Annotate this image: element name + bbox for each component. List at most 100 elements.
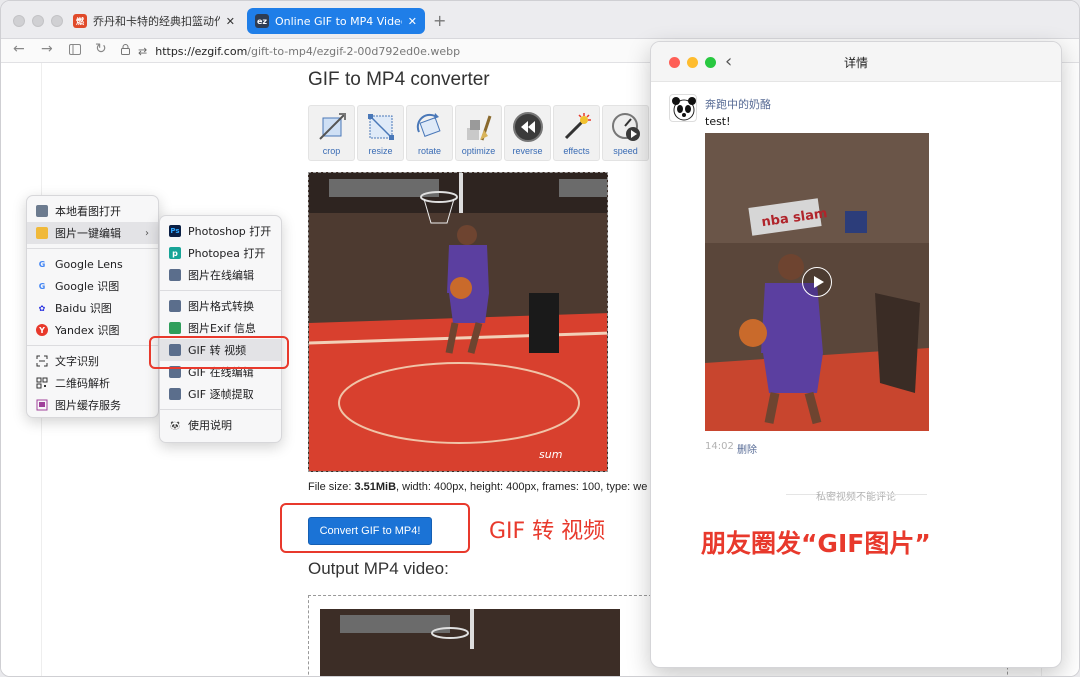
lock-icon [121,44,130,58]
menu-item-label: Baidu 识图 [55,302,112,315]
page-title: GIF to MP4 converter [308,69,490,90]
tab-title: 乔丹和卡特的经典扣篮动作，哪个更 [93,15,220,28]
image-edit-icon [169,269,181,281]
annotation-highlight-box [149,336,289,369]
tool-crop[interactable]: crop [308,105,355,161]
tool-label: crop [322,146,341,156]
menu-item-qrcode[interactable]: 二维码解析 [27,372,158,394]
forward-icon[interactable]: → [41,41,53,57]
qrcode-icon [36,377,48,389]
post-text: test! [705,115,731,128]
file-info-prefix: File size: [308,481,355,493]
window-zoom-button[interactable] [51,15,63,27]
tool-label: rotate [417,146,441,156]
menu-item-label: 图片格式转换 [188,300,254,313]
menu-item-label: 本地看图打开 [55,205,121,218]
menu-item-yandex-search[interactable]: Y Yandex 识图 [27,319,158,341]
menu-item-local-viewer[interactable]: 本地看图打开 [27,200,158,222]
sidebar-icon[interactable] [69,43,81,59]
help-icon: 🐼 [170,420,180,430]
submenu-item-help[interactable]: 🐼 使用说明 [160,414,281,436]
site-favicon-icon: 燃 [73,14,87,28]
tab-bar: 燃 乔丹和卡特的经典扣篮动作，哪个更 ✕ ez Online GIF to MP… [1,1,1079,39]
tool-effects[interactable]: effects [553,105,600,161]
submenu-item-photopea[interactable]: p Photopea 打开 [160,242,281,264]
window-minimize-button[interactable] [32,15,44,27]
tool-speed[interactable]: speed [602,105,649,161]
baidu-icon: ✿ [38,303,46,313]
submenu-item-photoshop[interactable]: Ps Photoshop 打开 [160,220,281,242]
wechat-detail-window: ‹ 详情 奔跑中的奶酪 test! nba slam 14:02 删除 私密视频… [650,41,1062,668]
google-icon: G [38,259,46,269]
avatar[interactable] [669,94,697,122]
post-author[interactable]: 奔跑中的奶酪 [705,96,771,112]
url-path: /gift-to-mp4/ezgif-2-00d792ed0e.webp [247,44,461,58]
no-comment-notice: 私密视频不能评论 [816,492,896,503]
back-icon[interactable]: ← [13,41,25,57]
image-convert-icon [169,300,181,312]
gif-preview[interactable]: sum [308,172,608,472]
menu-separator [160,290,281,291]
output-title: Output MP4 video: [308,559,449,578]
menu-item-label: 图片缓存服务 [55,399,121,412]
photopea-icon: p [169,247,181,259]
site-settings-icon[interactable]: ⇄ [138,45,147,58]
submenu-item-gif-frames[interactable]: GIF 逐帧提取 [160,383,281,405]
tool-optimize[interactable]: optimize [455,105,502,161]
crop-icon [316,111,348,143]
menu-item-label: 二维码解析 [55,377,110,390]
reload-icon[interactable]: ↻ [95,41,107,57]
tool-label: speed [613,146,638,156]
menu-item-label: Yandex 识图 [55,324,120,337]
output-video[interactable] [320,609,620,676]
speed-icon [610,111,642,143]
menu-item-cache[interactable]: 图片缓存服务 [27,394,158,416]
tool-label: effects [563,146,590,156]
submenu-item-online-edit[interactable]: 图片在线编辑 [160,264,281,286]
chevron-right-icon: › [145,227,149,239]
gif-frames-icon [169,388,181,400]
window-close-button[interactable] [13,15,25,27]
tool-label: reverse [512,146,543,156]
menu-item-label: Photoshop 打开 [188,225,272,238]
tab-close-icon[interactable]: ✕ [226,15,235,28]
delete-link[interactable]: 删除 [737,441,757,456]
menu-separator [27,248,158,249]
menu-item-label: GIF 逐帧提取 [188,388,254,401]
tool-reverse[interactable]: reverse [504,105,551,161]
menu-item-google-search[interactable]: G Google 识图 [27,275,158,297]
menu-item-label: Photopea 打开 [188,247,266,260]
menu-item-google-lens[interactable]: G Google Lens [27,253,158,275]
image-viewer-icon [36,205,48,217]
annotation-moments-gif: 朋友圈发“GIF图片” [701,529,931,558]
tab-close-icon[interactable]: ✕ [408,15,417,28]
tool-rotate[interactable]: rotate [406,105,453,161]
menu-separator [27,345,158,346]
edit-submenu: Ps Photoshop 打开 p Photopea 打开 图片在线编辑 图片格… [159,215,282,443]
basketball-dunk-image: sum [309,173,607,471]
menu-item-label: 文字识别 [55,355,99,368]
tab-video-article[interactable]: 燃 乔丹和卡特的经典扣篮动作，哪个更 ✕ [65,8,243,34]
cache-icon [36,399,48,411]
post-time: 14:02 [705,441,734,452]
output-video-frame [320,609,620,676]
play-icon[interactable] [802,267,832,297]
effects-icon [561,111,593,143]
divider [877,494,927,495]
submenu-item-format-convert[interactable]: 图片格式转换 [160,295,281,317]
menu-item-ocr[interactable]: 文字识别 [27,350,158,372]
menu-separator [160,409,281,410]
google-icon: G [38,281,46,291]
tool-label: optimize [461,146,496,156]
tab-ezgif[interactable]: ez Online GIF to MP4 Video converter ✕ [247,8,425,34]
menu-item-baidu-search[interactable]: ✿ Baidu 识图 [27,297,158,319]
file-info-suffix: , width: 400px, height: 400px, frames: 1… [396,481,648,493]
url-host: https://ezgif.com [155,44,248,58]
menu-item-quick-edit[interactable]: 图片一键编辑 › [27,222,158,244]
convert-button[interactable]: Convert GIF to MP4! [308,517,432,545]
menu-item-label: Google 识图 [55,280,120,293]
post-video[interactable]: nba slam [705,133,929,431]
tool-resize[interactable]: resize [357,105,404,161]
new-tab-button[interactable]: + [433,11,446,30]
menu-item-label: Google Lens [55,257,123,271]
